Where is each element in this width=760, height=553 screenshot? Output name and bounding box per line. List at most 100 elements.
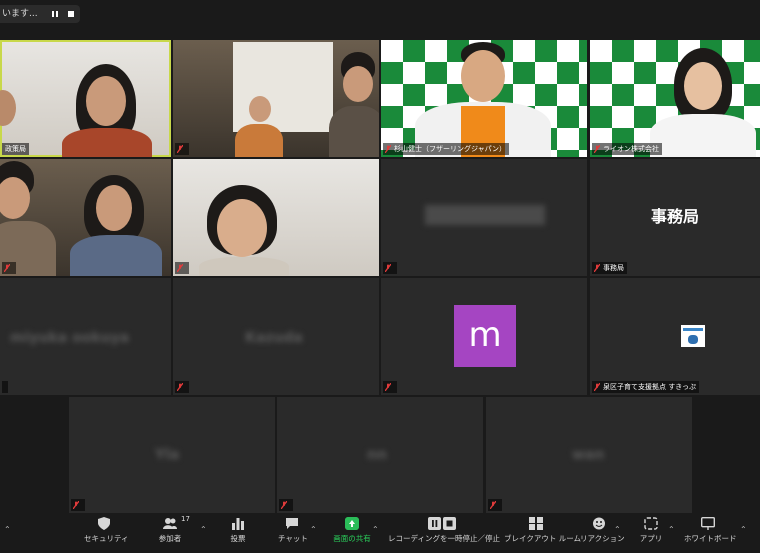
video-tile-3[interactable]: 杉山健士（フザーリングジャパン） — [381, 40, 587, 157]
recording-control-button[interactable]: レコーディングを一時停止／停止 — [388, 517, 500, 544]
reactions-label: リアクション — [580, 534, 625, 543]
polls-button[interactable]: 投票 — [226, 517, 250, 544]
blurred-name: Kazuda — [245, 330, 303, 346]
blurred-name — [425, 205, 545, 225]
participant-face — [0, 90, 16, 126]
chat-button[interactable]: チャット — [278, 517, 308, 544]
participant-name-tag — [383, 381, 397, 393]
shield-icon — [98, 517, 110, 530]
pause-recording-icon[interactable] — [52, 11, 58, 17]
blurred-name: Yla — [155, 447, 180, 463]
video-tile-5[interactable] — [0, 159, 171, 276]
participant-body — [70, 235, 162, 276]
chevron-up-icon[interactable]: ⌃ — [614, 525, 621, 534]
apps-icon — [644, 517, 658, 530]
mic-muted-icon — [594, 383, 600, 391]
participant-name: 事務局 — [603, 264, 624, 272]
video-tile-4[interactable]: ライオン株式会社 — [590, 40, 760, 157]
participant-name: 杉山健士（フザーリングジャパン） — [394, 145, 506, 153]
mic-muted-icon — [177, 383, 183, 391]
participant-name-tag: 杉山健士（フザーリングジャパン） — [383, 143, 509, 155]
window-curtain — [233, 42, 333, 132]
chevron-up-icon[interactable]: ⌃ — [372, 525, 379, 534]
chevron-up-icon[interactable]: ⌃ — [200, 525, 207, 534]
chevron-up-icon[interactable]: ⌃ — [668, 525, 675, 534]
participant-name-tag: 事務局 — [592, 262, 627, 274]
video-tile-14[interactable]: nn — [277, 397, 483, 513]
mic-muted-icon — [385, 383, 391, 391]
participant-name-tag — [383, 262, 397, 274]
participants-icon — [163, 518, 177, 529]
video-tile-10[interactable]: Kazuda — [173, 278, 379, 395]
mic-muted-icon — [73, 501, 79, 509]
breakout-rooms-button[interactable]: ブレイクアウト ルーム — [504, 517, 582, 544]
mic-muted-icon — [177, 264, 183, 272]
chevron-up-icon[interactable]: ⌃ — [310, 525, 317, 534]
participant-body — [62, 128, 152, 157]
blurred-name: nn — [367, 447, 387, 463]
meeting-toolbar: ⌃ セキュリティ 参加者 17 ⌃ 投票 チャット ⌃ 画面の共有 ⌃ レコーデ… — [0, 513, 760, 553]
participant-name: 泉区子育て支援拠点 すきっぷ — [603, 383, 696, 391]
chevron-up-icon[interactable]: ⌃ — [4, 525, 11, 534]
video-tile-2[interactable] — [173, 40, 379, 157]
video-tile-8[interactable]: 事務局 事務局 — [590, 159, 760, 276]
participant-face — [0, 177, 30, 219]
participant-body — [329, 106, 379, 157]
bar-chart-icon — [232, 518, 244, 530]
participant-face — [249, 96, 271, 122]
video-tile-6[interactable] — [173, 159, 379, 276]
participants-label: 参加者 — [158, 534, 182, 543]
participant-face — [684, 62, 722, 110]
pause-stop-icon — [428, 517, 456, 530]
participant-name-tag — [279, 499, 293, 511]
video-tile-7[interactable] — [381, 159, 587, 276]
participant-body — [650, 114, 756, 157]
chevron-up-icon[interactable]: ⌃ — [740, 525, 747, 534]
participant-name-tag: ライオン株式会社 — [592, 143, 662, 155]
tile-center-label: 事務局 — [650, 207, 699, 226]
recording-label: レコーディングを一時停止／停止 — [388, 534, 500, 543]
mic-muted-icon — [177, 145, 183, 153]
participant-name-tag — [175, 262, 189, 274]
chat-icon — [286, 518, 298, 529]
smiley-icon — [593, 517, 605, 530]
avatar: m — [454, 305, 516, 367]
apps-button[interactable]: アプリ — [638, 517, 664, 544]
share-screen-icon — [345, 517, 359, 530]
recording-status-text: います... — [2, 9, 38, 19]
whiteboard-label: ホワイトボード — [684, 534, 737, 543]
participant-name-tag: 泉区子育て支援拠点 すきっぷ — [592, 381, 699, 393]
video-tile-11[interactable]: m — [381, 278, 587, 395]
video-tile-1[interactable]: 政策局 — [0, 40, 171, 157]
stop-recording-icon[interactable] — [68, 11, 74, 17]
participant-name-tag — [175, 381, 189, 393]
video-tile-9[interactable]: miyuka ookuya — [0, 278, 171, 395]
participant-name: 政策局 — [5, 145, 26, 153]
mic-muted-icon — [281, 501, 287, 509]
security-label: セキュリティ — [84, 534, 129, 543]
security-button[interactable]: セキュリティ — [84, 517, 129, 544]
participant-face — [217, 199, 267, 257]
video-tile-13[interactable]: Yla — [69, 397, 275, 513]
video-tile-12[interactable]: 泉区子育て支援拠点 すきっぷ — [590, 278, 760, 395]
participant-name-tag — [175, 143, 189, 155]
mic-muted-icon — [385, 145, 391, 153]
video-tile-15[interactable]: wan — [486, 397, 692, 513]
profile-logo — [681, 325, 705, 347]
participant-name-tag — [488, 499, 502, 511]
participant-name-tag: 政策局 — [2, 143, 29, 155]
mic-muted-icon — [4, 264, 10, 272]
reactions-button[interactable]: リアクション — [580, 517, 625, 544]
chat-label: チャット — [278, 534, 308, 543]
top-bar: います... — [0, 0, 760, 38]
participant-body — [199, 257, 289, 276]
whiteboard-button[interactable]: ホワイトボード — [684, 517, 737, 544]
participant-name-tag — [2, 381, 8, 393]
breakout-label: ブレイクアウト ルーム — [504, 534, 582, 543]
mic-muted-icon — [490, 501, 496, 509]
participant-name-tag — [71, 499, 85, 511]
participant-face — [96, 185, 132, 231]
blurred-name: wan — [572, 447, 605, 463]
grid-icon — [529, 517, 543, 530]
share-screen-button[interactable]: 画面の共有 — [330, 517, 374, 544]
